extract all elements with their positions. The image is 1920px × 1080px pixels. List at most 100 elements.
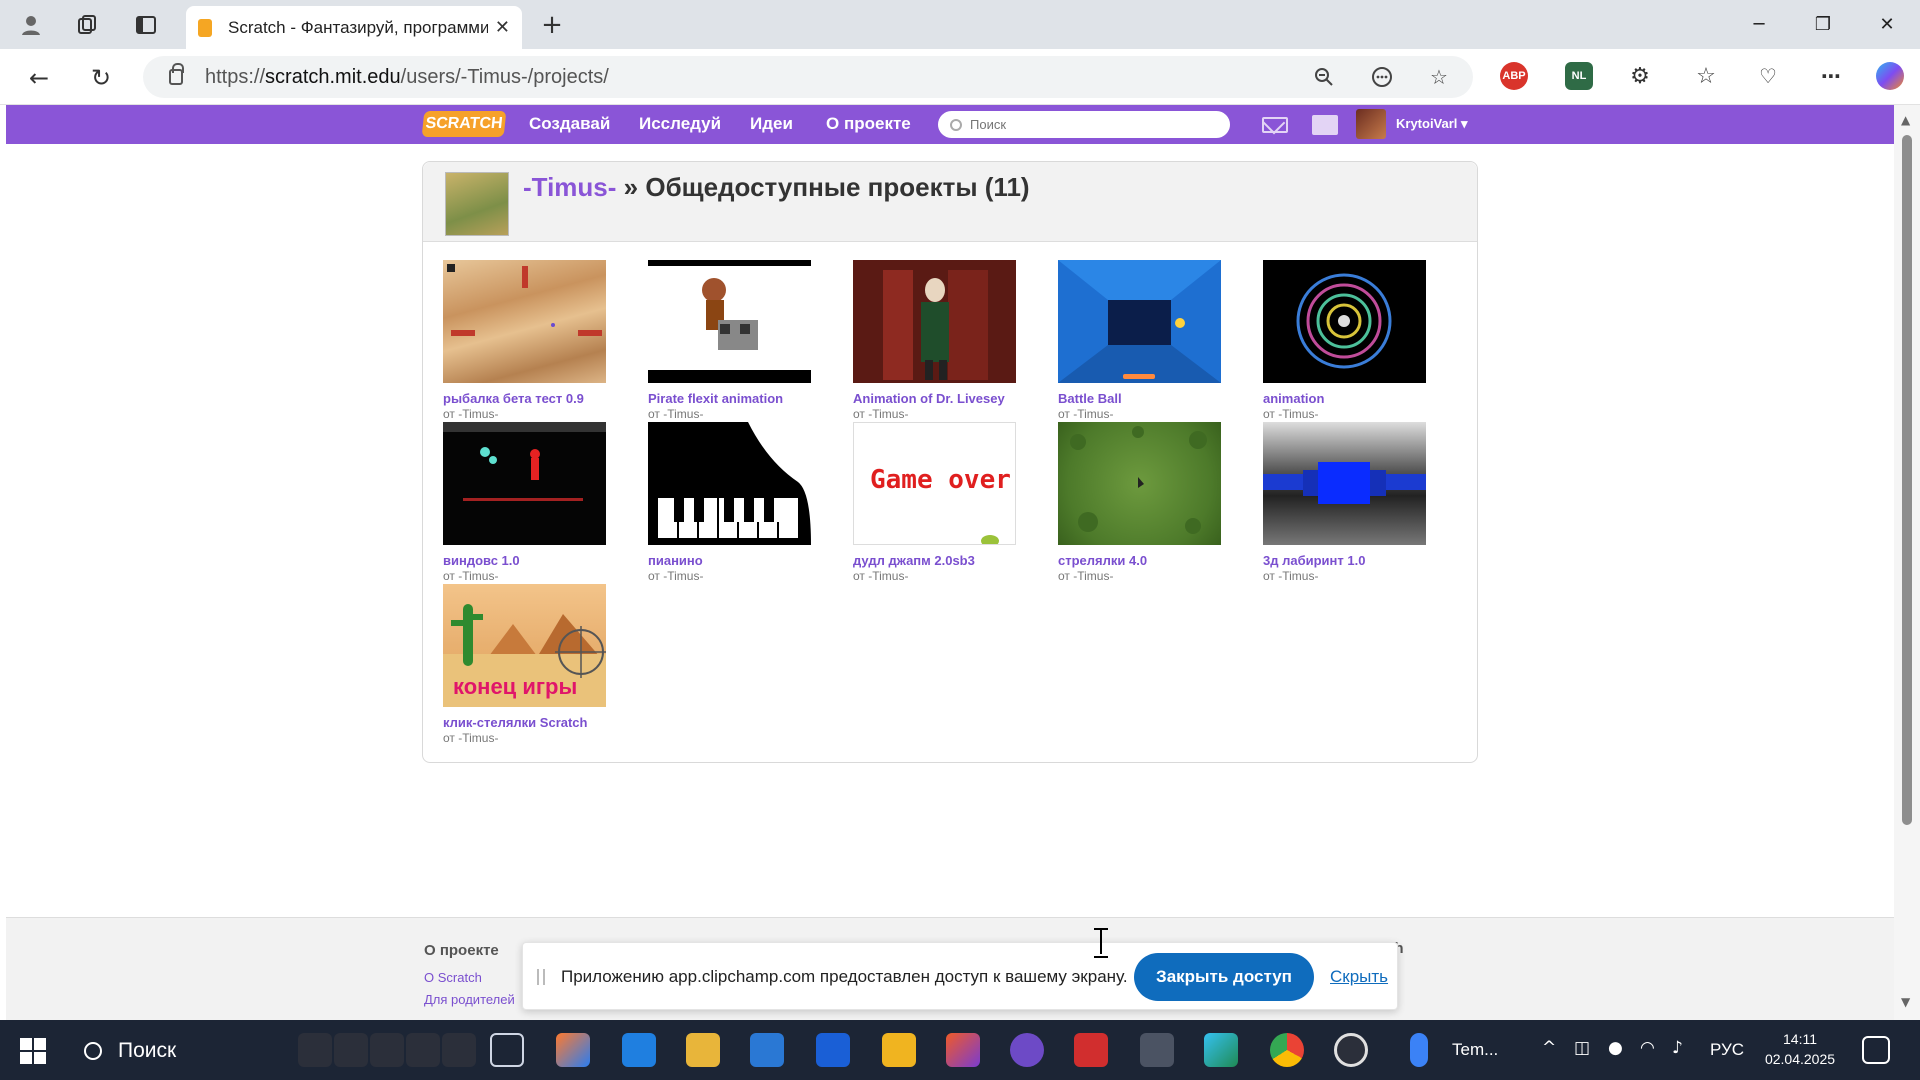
project-title[interactable]: animation (1263, 391, 1428, 406)
project-thumbnail[interactable] (853, 260, 1016, 383)
project-title[interactable]: стрелялки 4.0 (1058, 553, 1223, 568)
project-title[interactable]: Animation of Dr. Livesey (853, 391, 1018, 406)
minimize-button[interactable]: ─ (1736, 8, 1782, 40)
translate-extension-icon[interactable]: NL (1565, 62, 1593, 90)
scrollbar-thumb[interactable] (1902, 135, 1912, 825)
zoom-out-icon[interactable] (1309, 62, 1339, 92)
nav-explore[interactable]: Исследуй (639, 114, 721, 134)
calculator-icon[interactable] (1140, 1033, 1174, 1067)
profile-avatar[interactable] (445, 172, 509, 236)
lock-icon[interactable] (169, 63, 184, 85)
project-thumbnail[interactable] (648, 260, 811, 383)
edge-icon[interactable] (1204, 1033, 1238, 1067)
project-title[interactable]: Pirate flexit animation (648, 391, 813, 406)
more-menu-icon[interactable]: ⋯ (1817, 62, 1845, 90)
close-window-button[interactable]: ✕ (1864, 8, 1910, 40)
scroll-down-icon[interactable]: ▼ (1901, 995, 1910, 1009)
user-avatar[interactable] (1356, 109, 1386, 139)
my-stuff-folder-icon[interactable] (1312, 115, 1338, 135)
stop-sharing-button[interactable]: Закрыть доступ (1134, 953, 1314, 1001)
office-icon[interactable] (946, 1033, 980, 1067)
restore-button[interactable]: ❐ (1800, 8, 1846, 40)
weather-text[interactable]: Tem... (1452, 1040, 1498, 1060)
store-icon[interactable] (750, 1033, 784, 1067)
microphone-icon[interactable]: ● (1608, 1038, 1623, 1058)
project-thumbnail[interactable] (443, 260, 606, 383)
address-bar[interactable]: https://scratch.mit.edu/users/-Timus-/pr… (143, 56, 1473, 98)
project-card[interactable]: animation от -Timus- (1263, 260, 1428, 421)
profile-username-link[interactable]: -Timus- (523, 172, 616, 202)
mail-icon[interactable] (622, 1033, 656, 1067)
project-card[interactable]: стрелялки 4.0 от -Timus- (1058, 422, 1223, 583)
footer-link-about[interactable]: О Scratch (424, 970, 482, 985)
settings-gear-icon[interactable] (442, 1033, 476, 1067)
project-card[interactable]: Battle Ball от -Timus- (1058, 260, 1223, 421)
project-title[interactable]: клик-стелялки Scratch (443, 715, 608, 730)
project-thumbnail[interactable] (1058, 260, 1221, 383)
active-tab[interactable]: Scratch - Фантазируй, программируй ✕ (186, 6, 522, 49)
ccleaner-icon[interactable] (1334, 1033, 1368, 1067)
windows-start-icon[interactable] (20, 1038, 46, 1064)
messages-envelope-icon[interactable] (1262, 117, 1288, 133)
project-thumbnail[interactable] (648, 422, 811, 545)
page-scrollbar[interactable]: ▲ ▼ (1894, 105, 1920, 1020)
refresh-button[interactable]: ↻ (84, 61, 118, 95)
task-view-icon[interactable] (490, 1033, 524, 1067)
nav-about[interactable]: О проекте (826, 114, 911, 134)
camera-icon[interactable] (334, 1033, 368, 1067)
project-thumbnail[interactable] (1058, 422, 1221, 545)
nav-ideas[interactable]: Идеи (750, 114, 793, 134)
video-icon[interactable] (370, 1033, 404, 1067)
project-title[interactable]: дудл джапм 2.0sb3 (853, 553, 1018, 568)
extensions-puzzle-icon[interactable]: ⚙ (1626, 62, 1654, 90)
scroll-up-icon[interactable]: ▲ (1901, 113, 1910, 127)
vertical-tabs-icon[interactable] (131, 10, 161, 40)
project-thumbnail[interactable]: конец игры (443, 584, 606, 707)
volume-icon[interactable]: ♪ (1672, 1038, 1683, 1058)
firefox-icon[interactable] (556, 1033, 590, 1067)
clipchamp-recording-icon[interactable] (298, 1033, 332, 1067)
project-title[interactable]: рыбалка бета тест 0.9 (443, 391, 608, 406)
project-title[interactable]: виндовс 1.0 (443, 553, 608, 568)
show-hidden-icons-icon[interactable]: ^ (1542, 1038, 1556, 1058)
project-card[interactable]: рыбалка бета тест 0.9 от -Timus- (443, 260, 608, 421)
close-tab-icon[interactable]: ✕ (495, 17, 510, 38)
project-card[interactable]: Game over дудл джапм 2.0sb3 от -Timus- (853, 422, 1018, 583)
notifications-icon[interactable] (1862, 1036, 1890, 1064)
nav-create[interactable]: Создавай (529, 114, 610, 134)
project-thumbnail[interactable] (1263, 260, 1426, 383)
user-menu[interactable]: KrytoiVarl ▾ (1396, 116, 1468, 132)
project-thumbnail[interactable] (1263, 422, 1426, 545)
favorite-star-icon[interactable]: ☆ (1424, 62, 1454, 92)
wifi-icon[interactable]: ◠ (1640, 1038, 1655, 1058)
project-title[interactable]: Battle Ball (1058, 391, 1223, 406)
sticky-notes-icon[interactable] (882, 1033, 916, 1067)
project-thumbnail[interactable]: Game over (853, 422, 1016, 545)
clock[interactable]: 14:11 02.04.2025 (1760, 1029, 1840, 1069)
temperature-icon[interactable] (1410, 1033, 1428, 1067)
project-card[interactable]: пианино от -Timus- (648, 422, 813, 583)
scratch-search-input[interactable] (970, 117, 1210, 132)
project-card[interactable]: конец игры клик-стелялки Scratch от -Tim… (443, 584, 608, 745)
hide-link[interactable]: Скрыть (1330, 967, 1388, 987)
taskbar-search[interactable]: Поиск (78, 1032, 288, 1070)
project-card[interactable]: Pirate flexit animation от -Timus- (648, 260, 813, 421)
project-title[interactable]: 3д лабиринт 1.0 (1263, 553, 1428, 568)
project-card[interactable]: 3д лабиринт 1.0 от -Timus- (1263, 422, 1428, 583)
file-explorer-icon[interactable] (686, 1033, 720, 1067)
read-aloud-icon[interactable] (1367, 62, 1397, 92)
app-icon[interactable] (1074, 1033, 1108, 1067)
project-title[interactable]: пианино (648, 553, 813, 568)
favorites-icon[interactable]: ☆ (1692, 62, 1720, 90)
language-indicator[interactable]: РУС (1710, 1040, 1744, 1060)
profile-icon[interactable] (16, 10, 46, 40)
new-tab-button[interactable]: + (537, 10, 567, 40)
viber-icon[interactable] (1010, 1033, 1044, 1067)
footer-link-parents[interactable]: Для родителей (424, 992, 515, 1007)
project-thumbnail[interactable] (443, 422, 606, 545)
back-button[interactable]: ← (22, 61, 56, 95)
copilot-icon[interactable] (1876, 62, 1904, 90)
project-card[interactable]: Animation of Dr. Livesey от -Timus- (853, 260, 1018, 421)
workspaces-icon[interactable] (72, 10, 102, 40)
chrome-icon[interactable] (1270, 1033, 1304, 1067)
